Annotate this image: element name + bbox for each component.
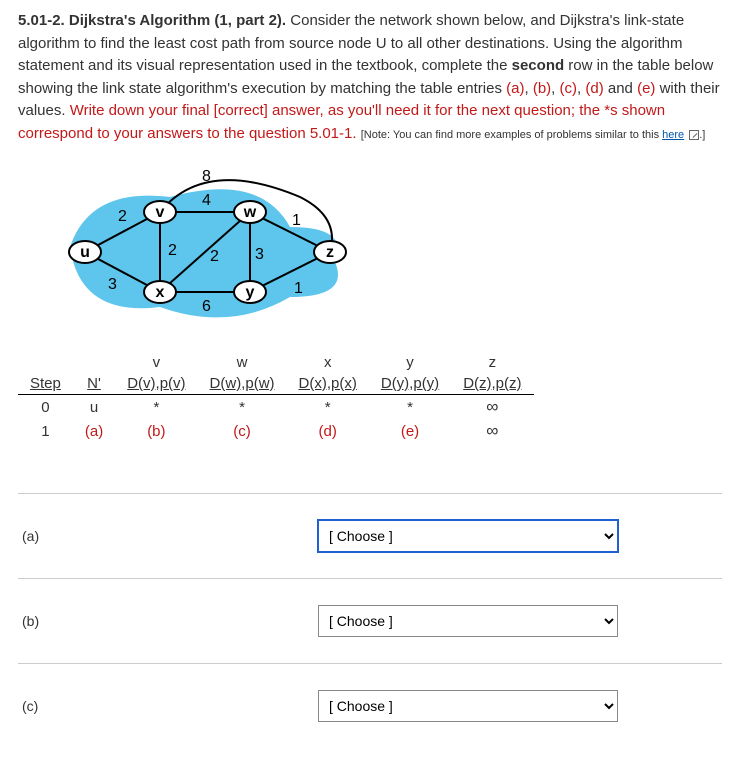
hdr-dz: D(z),p(z) (451, 373, 533, 395)
edge-vx: 2 (168, 242, 177, 259)
problem-number: 5.01-2. (18, 12, 65, 29)
answer-label-b: (b) (18, 613, 318, 629)
col-w: w (198, 352, 287, 373)
node-u: u (80, 244, 90, 261)
col-y: y (369, 352, 451, 373)
node-v: v (156, 204, 165, 221)
node-z: z (326, 244, 334, 261)
here-link[interactable]: here (662, 129, 684, 141)
hdr-step: Step (18, 373, 73, 395)
col-z: z (451, 352, 533, 373)
edge-uv: 2 (118, 208, 127, 225)
answer-label-c: (c) (18, 698, 318, 714)
hdr-dw: D(w),p(w) (198, 373, 287, 395)
node-x: x (156, 284, 165, 301)
problem-statement: 5.01-2. Dijkstra's Algorithm (1, part 2)… (18, 10, 722, 145)
node-w: w (243, 204, 257, 221)
hdr-n: N' (73, 373, 115, 395)
answer-row-c: (c) [ Choose ] (18, 663, 722, 748)
col-x: x (287, 352, 369, 373)
edge-wy: 3 (255, 246, 264, 263)
external-link-icon (689, 130, 699, 140)
hdr-dv: D(v),p(v) (115, 373, 197, 395)
bold-second: second (512, 57, 565, 74)
note: [Note: You can find more examples of pro… (361, 129, 706, 141)
hdr-dx: D(x),p(x) (287, 373, 369, 395)
entry-b: (b) (533, 80, 551, 97)
entry-d: (d) (585, 80, 603, 97)
entry-a: (a) (506, 80, 524, 97)
entry-e: (e) (637, 80, 655, 97)
edge-xy: 6 (202, 298, 211, 315)
answer-select-b[interactable]: [ Choose ] (318, 605, 618, 637)
edge-yz: 1 (294, 280, 303, 297)
answer-row-b: (b) [ Choose ] (18, 578, 722, 663)
body-and: and (604, 80, 637, 97)
edge-top: 8 (202, 168, 211, 185)
answer-label-a: (a) (18, 528, 318, 544)
table-row: 1 (a) (b) (c) (d) (e) ∞ (18, 419, 534, 443)
answer-select-a[interactable]: [ Choose ] (318, 520, 618, 552)
edge-vw: 4 (202, 192, 211, 209)
edge-wz: 1 (292, 212, 301, 229)
table-row: 0 u * * * * ∞ (18, 395, 534, 420)
state-table: v w x y z Step N' D(v),p(v) D(w),p(w) D(… (18, 352, 722, 443)
hdr-dy: D(y),p(y) (369, 373, 451, 395)
entry-c: (c) (560, 80, 578, 97)
edge-ux: 3 (108, 276, 117, 293)
edge-wx: 2 (210, 248, 219, 265)
answer-row-a: (a) [ Choose ] (18, 493, 722, 578)
node-y: y (246, 284, 255, 301)
network-graph: u v w z y x 2 3 2 4 2 3 6 1 1 8 (30, 167, 722, 340)
answer-select-c[interactable]: [ Choose ] (318, 690, 618, 722)
problem-title: Dijkstra's Algorithm (1, part 2). (69, 12, 286, 29)
col-v: v (115, 352, 197, 373)
